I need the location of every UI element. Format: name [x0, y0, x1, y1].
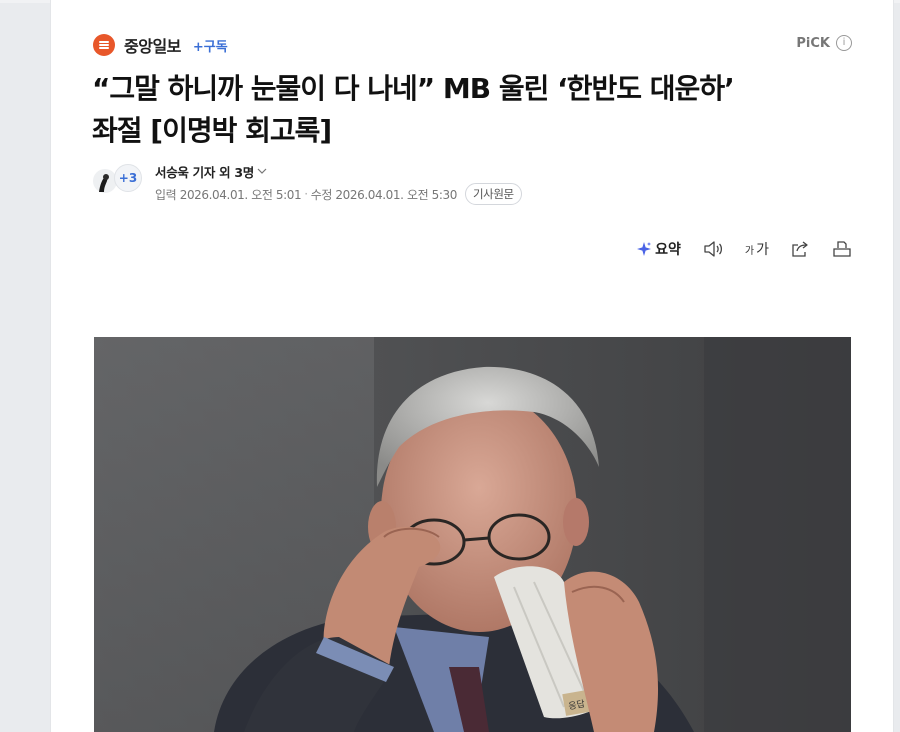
article-photo[interactable]: 응답: [94, 337, 851, 732]
edit-label: 수정: [310, 187, 333, 202]
info-icon[interactable]: i: [836, 35, 852, 51]
article-title-line1: “그말 하니까 눈물이 다 나네” MB 울린 ‘한반도 대운하’: [92, 72, 735, 105]
input-date: 2026.04.01. 오전 5:01: [179, 187, 302, 202]
font-size-button[interactable]: 가가: [744, 239, 769, 259]
article-dates: 입력 2026.04.01. 오전 5:01 · 수정 2026.04.01. …: [155, 183, 522, 205]
summary-button[interactable]: 요약: [636, 239, 681, 259]
article-toolbar: 요약 가가: [636, 239, 852, 259]
print-icon: [833, 241, 851, 257]
article-page: 중앙일보 +구독 PiCK i “그말 하니까 눈물이 다 나네” MB 울린 …: [50, 0, 894, 732]
more-reporters-badge[interactable]: +3: [114, 164, 142, 192]
article-title-line2: 좌절 [이명박 회고록]: [92, 114, 332, 147]
summary-label: 요약: [655, 242, 681, 258]
byline: +3 서승욱 기자 외 3명 입력 2026.04.01. 오전 5:01 · …: [92, 160, 692, 206]
font-small-label: 가: [744, 245, 754, 257]
reporter-dropdown[interactable]: 서승욱 기자 외 3명: [155, 162, 267, 181]
share-icon: [792, 241, 808, 257]
press-header: 중앙일보 +구독: [93, 33, 228, 57]
print-button[interactable]: [832, 240, 852, 258]
crying-man-photo: 응답: [94, 337, 851, 732]
pick-badge: PiCK i: [796, 35, 852, 51]
listen-button[interactable]: [703, 240, 723, 258]
pick-label: PiCK: [796, 35, 830, 51]
input-label: 입력: [155, 187, 177, 202]
press-name[interactable]: 중앙일보: [124, 33, 181, 57]
date-separator: ·: [304, 187, 308, 201]
sparkle-icon: [637, 242, 652, 256]
reporter-name: 서승욱 기자 외 3명: [155, 165, 254, 180]
chevron-down-icon: [257, 168, 267, 174]
original-article-button[interactable]: 기사원문: [464, 183, 522, 205]
subscribe-button[interactable]: +구독: [193, 36, 228, 55]
font-large-label: 가: [756, 242, 769, 258]
article-title: “그말 하니까 눈물이 다 나네” MB 울린 ‘한반도 대운하’ 좌절 [이명…: [92, 68, 862, 152]
share-button[interactable]: [790, 240, 810, 258]
press-logo-icon[interactable]: [93, 34, 115, 56]
edit-date: 2026.04.01. 오전 5:30: [335, 187, 457, 202]
speaker-icon: [704, 241, 722, 257]
